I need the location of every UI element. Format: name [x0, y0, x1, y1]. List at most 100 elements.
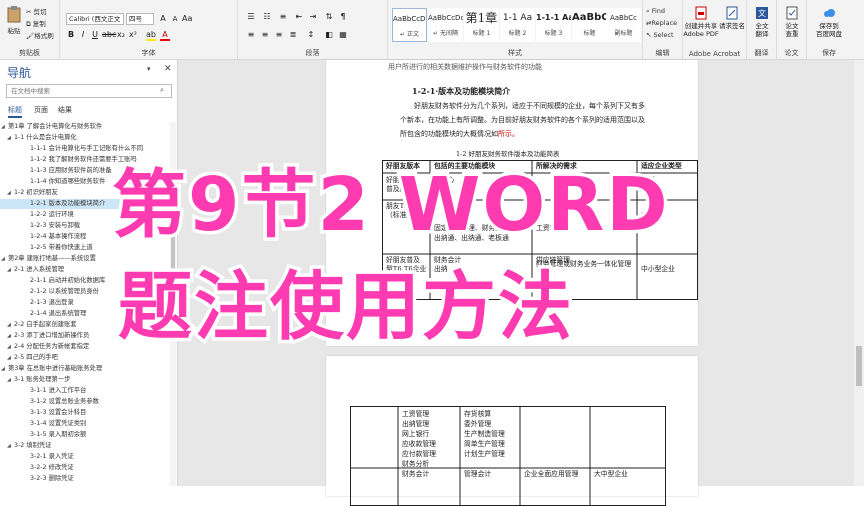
collapse-triangle-icon[interactable]: ◢	[7, 265, 11, 275]
nav-subsection-item[interactable]: 3-2-3 删除凭证	[0, 474, 170, 484]
table-cell[interactable]: 简单生产管理	[464, 440, 505, 449]
bold-button[interactable]: B	[66, 30, 76, 39]
underline-button[interactable]: U	[90, 30, 100, 39]
nav-subsection-item[interactable]: 3-1-5 录入期初余额	[0, 430, 170, 440]
table-cell[interactable]: 出纳管理	[402, 420, 429, 429]
select-button[interactable]: ↖ Select	[646, 31, 674, 39]
table-cell[interactable]: 存货核算	[464, 410, 491, 419]
superscript-button[interactable]: x²	[128, 30, 138, 39]
grow-font-button[interactable]: A	[158, 14, 168, 23]
tab-results[interactable]: 结果	[58, 105, 72, 115]
collapse-triangle-icon[interactable]: ◢	[7, 375, 11, 385]
style-subtitle[interactable]: AaBbCc 副标题	[606, 8, 641, 42]
cross-reference[interactable]: 所示。	[498, 130, 519, 138]
document-scrollbar[interactable]	[854, 60, 864, 486]
replace-button[interactable]: ⇄Replace	[646, 19, 677, 27]
close-icon[interactable]: ✕	[164, 64, 172, 74]
cut-button[interactable]: ✂ 剪切	[26, 6, 47, 16]
collapse-triangle-icon[interactable]: ◢	[7, 320, 11, 330]
nav-subsection-item[interactable]: 3-1-2 设置总账业务参数	[0, 397, 170, 407]
nav-subsection-item[interactable]: 3-2-2 修改凭证	[0, 463, 170, 473]
style-normal[interactable]: AaBbCcDd↵ 正文	[392, 8, 427, 42]
doc-body-line-1[interactable]: 好朋友财务软件分为几个系列，适应于不同规模的企业，每个系列下又有多	[414, 101, 645, 111]
shrink-font-button[interactable]: A	[170, 15, 180, 23]
highlight-button[interactable]: ab	[146, 30, 156, 41]
chevron-down-icon[interactable]: ▾	[147, 65, 151, 73]
collapse-triangle-icon[interactable]: ◢	[7, 353, 11, 363]
style-heading-1[interactable]: 第1章 标题 1	[464, 8, 499, 42]
translate-button[interactable]: 文 全文 翻译	[747, 6, 777, 38]
nav-subsection-item[interactable]: 1-1-1 会计电算化与手工记账有什么不同	[0, 144, 170, 154]
search-icon[interactable]: ⌕	[160, 86, 164, 95]
table-cell[interactable]: 计划生产管理	[464, 450, 505, 459]
align-left-button[interactable]: ≡	[246, 30, 256, 39]
table-cell[interactable]: 委外管理	[464, 420, 491, 429]
subscript-button[interactable]: x₂	[116, 30, 126, 39]
format-painter-button[interactable]: 🖌格式刷	[26, 30, 54, 40]
table-cell[interactable]: 企业全面应用管理	[524, 470, 578, 479]
save-baidu-button[interactable]: 保存到 百度网盘	[809, 6, 849, 38]
nav-subsection-item[interactable]: 3-2-1 录入凭证	[0, 452, 170, 462]
style-title[interactable]: AaBbC 标题	[572, 8, 607, 42]
show-marks-button[interactable]: ¶	[338, 12, 348, 21]
borders-button[interactable]: ▦	[338, 30, 348, 39]
italic-button[interactable]: I	[78, 30, 88, 39]
case-button[interactable]: Aa	[182, 14, 192, 23]
thesis-check-button[interactable]: 论文 查重	[777, 6, 807, 38]
doc-body-line-3[interactable]: 所包含的功能模块的大概情况如所示。	[400, 129, 519, 139]
tab-headings[interactable]: 标题	[8, 105, 22, 118]
justify-button[interactable]: ≣	[288, 30, 298, 39]
font-size-select[interactable]: 四号	[126, 13, 154, 25]
nav-subsection-item[interactable]: 3-1-4 设置凭证类别	[0, 419, 170, 429]
doc-body-line-2[interactable]: 个新本，在功能上有所调整。为目前好朋友财务软件的各个系列的适用范围以及	[400, 115, 645, 125]
table-cell[interactable]: 中小型企业	[641, 265, 675, 274]
nav-subsection-item[interactable]: 3-1-3 设置会计科目	[0, 408, 170, 418]
increase-indent-button[interactable]: ⇥	[308, 12, 318, 21]
strike-button[interactable]: abc	[102, 30, 116, 39]
doc-heading[interactable]: 1-2-1·版本及功能模块简介	[412, 86, 510, 97]
nav-section-item[interactable]: ◢ 2-5 四己的手吧	[0, 353, 170, 363]
table-cell[interactable]: 应收款管理	[402, 440, 436, 449]
collapse-triangle-icon[interactable]: ◢	[1, 364, 5, 374]
collapse-triangle-icon[interactable]: ◢	[7, 188, 11, 198]
copy-button[interactable]: ⧉ 复制	[26, 18, 46, 29]
bullets-button[interactable]: ☰	[246, 12, 256, 21]
style-heading-2[interactable]: 1-1 Aa 标题 2	[500, 8, 535, 42]
collapse-triangle-icon[interactable]: ◢	[1, 254, 5, 264]
font-color-button[interactable]: A	[160, 30, 170, 41]
nav-search-input[interactable]: 在文档中搜索	[6, 84, 172, 98]
nav-section-item[interactable]: ◢ 3-2 填制凭证	[0, 441, 170, 451]
table-cell[interactable]: 管理会计	[464, 470, 491, 479]
table-cell[interactable]: 大中型企业	[594, 470, 628, 479]
table-cell[interactable]: 工资管理	[402, 410, 429, 419]
nav-section-item[interactable]: ◢ 1-1 什么是会计电算化	[0, 133, 170, 143]
table-cell[interactable]: 生产制造管理	[464, 430, 505, 439]
align-right-button[interactable]: ≡	[274, 30, 284, 39]
find-button[interactable]: ⌕ Find	[646, 7, 665, 16]
align-center-button[interactable]: ≡	[260, 30, 270, 39]
table-cell[interactable]: 财务分析	[402, 460, 429, 469]
request-sign-button[interactable]: 请求签名	[717, 6, 747, 30]
paste-button[interactable]: 粘贴	[4, 5, 24, 35]
line-spacing-button[interactable]: ↕	[306, 30, 316, 39]
table-cell[interactable]: 网上银行	[402, 430, 429, 439]
style-heading-3[interactable]: 1-1-1 Aa 标题 3	[536, 8, 571, 42]
tab-pages[interactable]: 页面	[34, 105, 48, 115]
sort-button[interactable]: ⇅	[324, 12, 334, 21]
style-no-spacing[interactable]: AaBbCcDd ↵ 无间隔	[428, 8, 463, 42]
numbering-button[interactable]: ☷	[262, 12, 272, 21]
create-share-pdf-button[interactable]: 创建并共享 Adobe PDF	[683, 6, 719, 38]
collapse-triangle-icon[interactable]: ◢	[7, 342, 11, 352]
collapse-triangle-icon[interactable]: ◢	[1, 122, 5, 132]
table-caption[interactable]: 1-2 好朋友财务软件版本及功能简表	[456, 148, 560, 158]
nav-chapter-item[interactable]: ◢ 第1章 了解会计电算化与财务软件	[0, 122, 170, 132]
decrease-indent-button[interactable]: ⇤	[294, 12, 304, 21]
collapse-triangle-icon[interactable]: ◢	[7, 441, 11, 451]
nav-chapter-item[interactable]: ◢ 第3章 在总账中进行基础账务处理	[0, 364, 170, 374]
collapse-triangle-icon[interactable]: ◢	[7, 133, 11, 143]
font-name-select[interactable]: Calibri (西文正文	[66, 13, 124, 25]
shading-button[interactable]: ◧	[324, 30, 334, 39]
document-scrollbar-thumb[interactable]	[856, 346, 862, 386]
collapse-triangle-icon[interactable]: ◢	[7, 331, 11, 341]
nav-section-item[interactable]: ◢ 3-1 账务处理第一步	[0, 375, 170, 385]
